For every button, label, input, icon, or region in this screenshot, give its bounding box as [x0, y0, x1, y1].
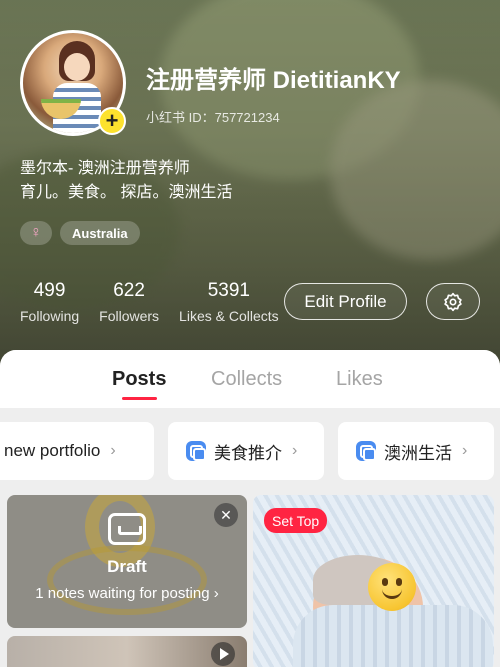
stat-value: 5391	[207, 280, 250, 301]
location-tag: Australia	[60, 221, 140, 245]
likes-collects-stat[interactable]: 5391 Likes & Collects	[179, 280, 279, 324]
chevron-right-icon: ›	[292, 442, 298, 459]
draft-subtitle: 1 notes waiting for posting ›	[35, 585, 219, 602]
bio-line: 育儿。美食。 探店。澳洲生活	[20, 184, 233, 201]
user-id[interactable]: 小红书 ID：757721234	[146, 107, 280, 126]
draft-title: Draft	[107, 557, 147, 576]
active-tab-indicator	[122, 397, 157, 400]
stat-value: 499	[33, 280, 66, 301]
profile-nickname: 注册营养师 DietitianKY	[146, 67, 401, 94]
profile-stats: 499 Following 622 Followers 5391 Likes &…	[20, 280, 299, 324]
add-avatar-icon[interactable]: +	[98, 107, 126, 135]
bio-line: 墨尔本- 澳洲注册营养师	[20, 160, 190, 177]
collection-label: 澳洲生活	[384, 443, 452, 463]
stat-label: Likes & Collects	[179, 308, 279, 324]
followers-stat[interactable]: 622 Followers	[99, 280, 159, 324]
tab-likes[interactable]: Likes	[336, 368, 383, 391]
profile-header: + 注册营养师 DietitianKY 小红书 ID：757721234 墨尔本…	[0, 0, 500, 370]
edit-profile-button[interactable]: Edit Profile	[284, 283, 407, 320]
collection-list: new portfolio › 美食推介 › 澳洲生活 ›	[0, 422, 500, 482]
smiley-emoji-icon	[368, 563, 416, 611]
play-icon	[211, 642, 235, 666]
close-icon[interactable]: ✕	[214, 503, 238, 527]
female-icon: ♀	[20, 221, 52, 245]
stat-label: Followers	[99, 308, 160, 324]
content-sheet: Posts Collects Likes new portfolio › 美食推…	[0, 350, 500, 667]
tab-posts[interactable]: Posts	[112, 368, 166, 391]
collection-icon	[186, 441, 206, 461]
collection-food[interactable]: 美食推介 ›	[168, 422, 324, 480]
profile-bio: 墨尔本- 澳洲注册营养师 育儿。美食。 探店。澳洲生活	[20, 157, 232, 205]
chevron-right-icon: ›	[462, 442, 468, 459]
drafts-box-icon	[108, 513, 146, 545]
set-top-badge: Set Top	[264, 508, 328, 533]
collection-icon	[356, 441, 376, 461]
chevron-right-icon: ›	[110, 442, 116, 459]
profile-tags: ♀ Australia	[20, 221, 140, 245]
collection-label: new portfolio	[4, 441, 101, 460]
draft-card[interactable]: Draft 1 notes waiting for posting › ✕	[7, 495, 247, 628]
following-stat[interactable]: 499 Following	[20, 280, 79, 324]
pinned-post-card[interactable]: Set Top	[253, 495, 494, 667]
gear-icon	[444, 292, 462, 311]
collection-australia-life[interactable]: 澳洲生活 ›	[338, 422, 494, 480]
stat-value: 622	[113, 280, 145, 301]
post-card[interactable]	[7, 636, 247, 667]
stat-label: Following	[20, 308, 80, 324]
collection-new-portfolio[interactable]: new portfolio ›	[0, 422, 154, 480]
tab-bar: Posts Collects Likes	[0, 350, 500, 408]
settings-button[interactable]	[426, 283, 480, 320]
tab-collects[interactable]: Collects	[211, 368, 282, 391]
collection-label: 美食推介	[214, 443, 282, 463]
